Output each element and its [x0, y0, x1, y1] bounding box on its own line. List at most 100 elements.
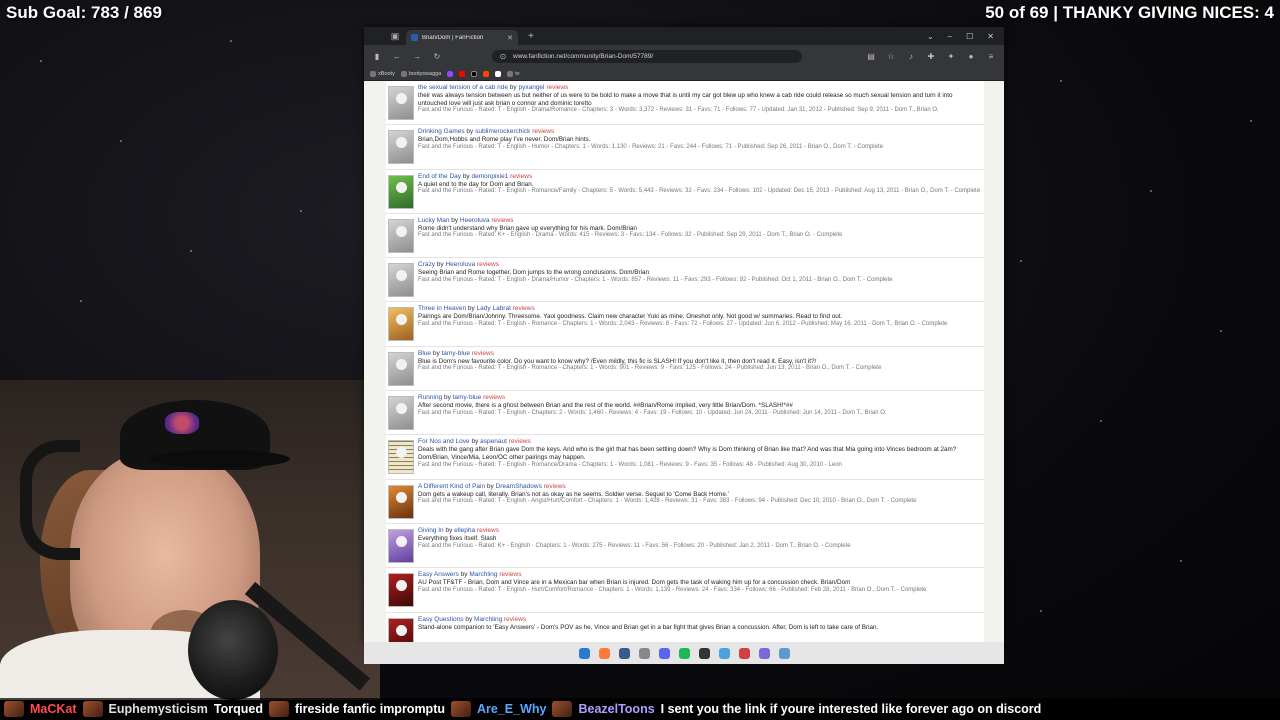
author-link[interactable]: Heeroluva — [460, 217, 490, 224]
bookmark-twitch[interactable] — [447, 70, 454, 77]
puzzle-extension-icon[interactable]: ✦ — [946, 52, 956, 61]
audio-icon[interactable]: ♪ — [906, 52, 916, 61]
sidebar-icon[interactable]: ▮ — [372, 52, 382, 61]
app-icon[interactable] — [738, 647, 750, 659]
tab-actions-icon[interactable]: ▣ — [390, 31, 400, 41]
bookmark-x[interactable] — [471, 70, 478, 77]
tab-close-icon[interactable]: ✕ — [507, 34, 513, 42]
tab-active[interactable]: Brian/Dom | FanFiction ✕ — [406, 30, 518, 45]
steam-icon[interactable] — [618, 647, 630, 659]
story-title-link[interactable]: Easy Answers — [418, 571, 459, 578]
story-row: Three in Heaven by Lady Labrat reviews P… — [386, 302, 984, 347]
explorer-icon[interactable] — [718, 647, 730, 659]
author-link[interactable]: ellepha — [454, 527, 475, 534]
author-link[interactable]: aspenaut — [480, 438, 507, 445]
firefox-icon[interactable] — [598, 647, 610, 659]
bookmark-reddit[interactable] — [483, 70, 490, 77]
story-title-link[interactable]: For Nos and Love — [418, 438, 470, 445]
author-link[interactable]: sublimerockerchick — [475, 128, 530, 135]
reviews-link[interactable]: reviews — [546, 84, 568, 91]
bookmark-star-icon[interactable]: ☆ — [886, 52, 896, 61]
story-title-link[interactable]: End of the Day — [418, 173, 461, 180]
author-link[interactable]: demonpixie1 — [471, 173, 508, 180]
reviews-link[interactable]: reviews — [491, 217, 513, 224]
back-icon[interactable]: ← — [392, 52, 402, 61]
minimize-icon[interactable]: – — [948, 32, 952, 41]
close-window-icon[interactable]: ✕ — [987, 32, 994, 41]
discord-icon[interactable] — [658, 647, 670, 659]
extension-icon[interactable]: ✚ — [926, 52, 936, 61]
reviews-link[interactable]: reviews — [472, 350, 494, 357]
obs-icon[interactable] — [698, 647, 710, 659]
story-cover-icon[interactable] — [388, 218, 414, 253]
story-title-link[interactable]: Lucky Man — [418, 217, 449, 224]
by-label: by — [486, 482, 496, 490]
story-header: Three in Heaven by Lady Labrat reviews — [418, 305, 981, 313]
author-link[interactable]: Heeroluva — [445, 261, 475, 268]
author-link[interactable]: pyxangel — [518, 84, 544, 91]
reviews-link[interactable]: reviews — [513, 305, 535, 312]
story-title-link[interactable]: Crazy — [418, 261, 435, 268]
app-icon[interactable] — [778, 647, 790, 659]
story-cover-icon[interactable] — [388, 528, 414, 563]
maximize-icon[interactable]: ☐ — [966, 32, 973, 41]
reader-mode-icon[interactable]: ▤ — [866, 52, 876, 61]
reviews-link[interactable]: reviews — [509, 438, 531, 445]
bookmark-item[interactable]: tv — [507, 70, 520, 77]
author-link[interactable]: Marchling — [469, 571, 497, 578]
story-cover-icon[interactable] — [388, 86, 414, 120]
story-title-link[interactable]: A Different Kind of Pain — [418, 483, 485, 490]
story-cover-icon[interactable] — [388, 351, 414, 386]
bookmark-item[interactable]: bootyswagga — [400, 70, 441, 77]
story-cover-icon[interactable] — [388, 484, 414, 519]
story-title-link[interactable]: Blue — [418, 350, 431, 357]
story-title-link[interactable]: Drinking Games — [418, 128, 465, 135]
reviews-link[interactable]: reviews — [477, 261, 499, 268]
story-cover-icon[interactable] — [388, 130, 414, 165]
reviews-link[interactable]: reviews — [532, 128, 554, 135]
story-title-link[interactable]: the sexual tension of a cab ride — [418, 84, 508, 91]
story-cover-icon[interactable] — [388, 573, 414, 608]
story-body: Blue by tamy-blue reviews Blue is Dom's … — [418, 350, 981, 387]
author-link[interactable]: DreamShadows — [496, 483, 542, 490]
story-title-link[interactable]: Running — [418, 394, 442, 401]
story-cover-icon[interactable] — [388, 263, 414, 298]
bookmark-youtube[interactable] — [459, 70, 466, 77]
settings-icon[interactable] — [638, 647, 650, 659]
reload-icon[interactable]: ↻ — [432, 52, 442, 61]
start-icon[interactable] — [578, 647, 590, 659]
app-icon[interactable] — [758, 647, 770, 659]
reviews-link[interactable]: reviews — [504, 616, 526, 623]
reviews-link[interactable]: reviews — [510, 173, 532, 180]
reviews-link[interactable]: reviews — [477, 527, 499, 534]
story-meta: Fast and the Furious - Rated: T - Englis… — [418, 276, 893, 283]
chat-avatar-icon — [268, 701, 289, 717]
reviews-link[interactable]: reviews — [499, 571, 521, 578]
author-link[interactable]: tamy-blue — [442, 350, 471, 357]
story-title-link[interactable]: Three in Heaven — [418, 305, 466, 312]
reviews-link[interactable]: reviews — [544, 483, 566, 490]
spotify-icon[interactable] — [678, 647, 690, 659]
bookmark-item[interactable]: xBooty — [370, 70, 395, 77]
profile-icon[interactable]: ● — [966, 52, 976, 61]
author-link[interactable]: tamy-blue — [453, 394, 482, 401]
new-tab-icon[interactable]: + — [528, 31, 534, 42]
forward-icon[interactable]: → — [412, 52, 422, 61]
story-cover-icon[interactable] — [388, 174, 414, 209]
story-cover-icon[interactable] — [388, 617, 414, 642]
site-info-icon[interactable]: ⊙ — [498, 52, 508, 61]
menu-icon[interactable]: ≡ — [986, 52, 996, 61]
story-cover-icon[interactable] — [388, 396, 414, 431]
author-link[interactable]: Marchling — [474, 616, 502, 623]
story-list: the sexual tension of a cab ride by pyxa… — [386, 81, 984, 642]
chat-avatar-icon — [552, 701, 573, 717]
address-bar[interactable]: ⊙ www.fanfiction.net/community/Brian-Dom… — [492, 49, 802, 63]
story-cover-icon[interactable] — [388, 307, 414, 342]
story-cover-icon[interactable] — [388, 440, 414, 475]
story-title-link[interactable]: Giving In — [418, 527, 444, 534]
reviews-link[interactable]: reviews — [483, 394, 505, 401]
bookmark-page[interactable] — [495, 70, 502, 77]
author-link[interactable]: Lady Labrat — [477, 305, 511, 312]
story-title-link[interactable]: Easy Questions — [418, 616, 464, 623]
tab-search-icon[interactable]: ⌄ — [927, 32, 934, 41]
